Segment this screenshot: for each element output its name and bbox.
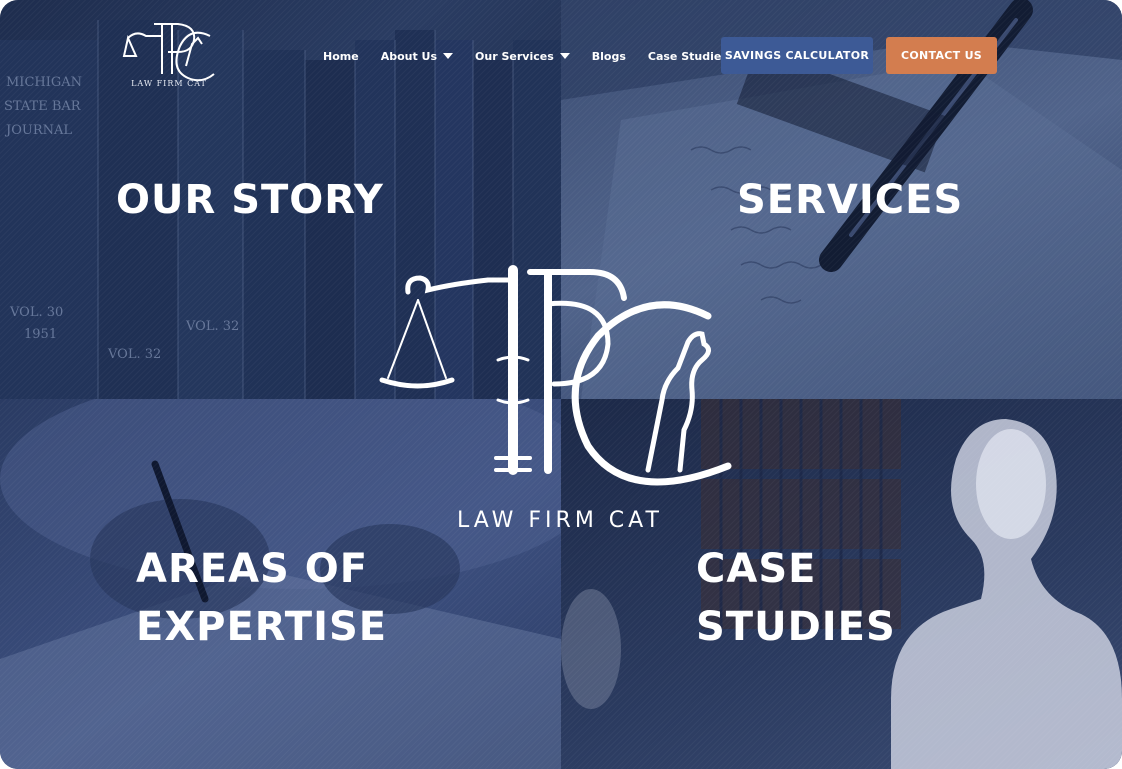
nav-case-studies[interactable]: Case Studies: [648, 50, 728, 63]
nav-blogs[interactable]: Blogs: [592, 50, 626, 63]
nav-home[interactable]: Home: [323, 50, 359, 63]
chevron-down-icon: [559, 53, 570, 59]
nav-blogs-label: Blogs: [591, 49, 626, 63]
nav-case-studies-label: Case Studies: [647, 49, 728, 63]
savings-calculator-button[interactable]: SAVINGS CALCULATOR: [721, 37, 873, 74]
main-nav: Home About Us Our Services Blogs Case St…: [323, 47, 750, 65]
statue-bust-icon: [891, 419, 1122, 769]
nav-our-services[interactable]: Our Services: [475, 50, 570, 63]
spine-text-3: JOURNAL: [4, 123, 72, 138]
spine-vol-1: VOL. 30: [9, 305, 63, 320]
spine-vol-3: VOL. 32: [185, 319, 239, 334]
spine-year-1: 1951: [24, 327, 57, 342]
law-firm-cat-emblem-icon: [379, 265, 732, 486]
areas-heading-line1: AREAS OF: [136, 546, 369, 592]
our-story-heading: OUR STORY: [116, 177, 384, 223]
areas-heading-line2: EXPERTISE: [136, 604, 388, 650]
case-heading-line2: STUDIES: [696, 604, 896, 650]
spine-text-2: STATE BAR: [4, 99, 82, 114]
nav-about-us[interactable]: About Us: [380, 49, 454, 63]
spine-vol-2: VOL. 32: [107, 347, 161, 362]
contact-us-button[interactable]: CONTACT US: [886, 37, 997, 74]
hero-frame: MICHIGAN STATE BAR JOURNAL VOL. 30 1951 …: [0, 0, 1122, 769]
center-logo-text: LAW FIRM CAT: [457, 508, 663, 533]
case-heading-line1: CASE: [696, 546, 817, 592]
nav-about-label: About Us: [380, 49, 438, 63]
services-heading: SERVICES: [737, 177, 964, 223]
chevron-down-icon: [443, 53, 454, 59]
spine-text-1: MICHIGAN: [6, 75, 82, 90]
nav-home-label: Home: [323, 49, 359, 63]
logo-small-text: LAW FIRM CAT: [131, 79, 207, 88]
nav-services-label: Our Services: [475, 49, 554, 63]
